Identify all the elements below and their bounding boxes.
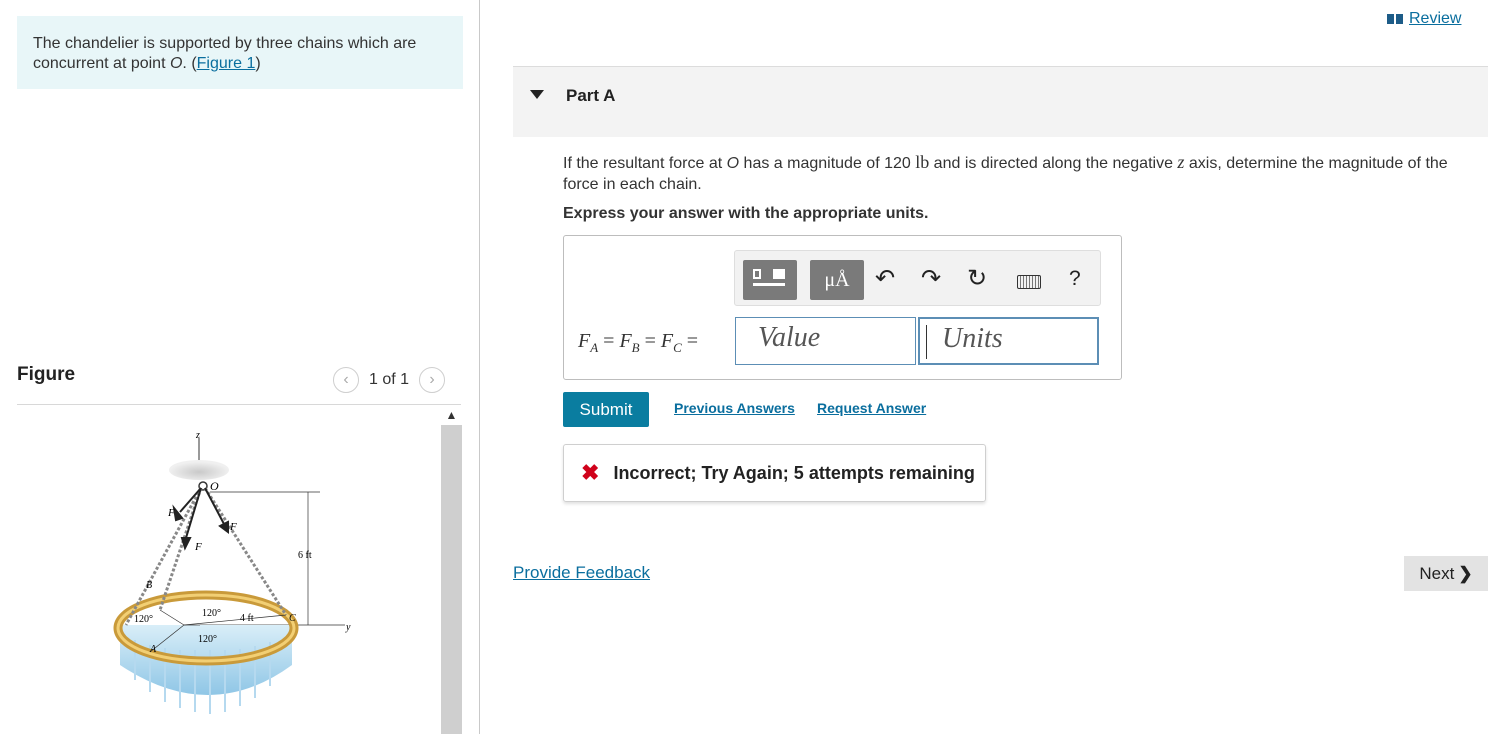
label-C: C bbox=[289, 613, 296, 624]
label-FC: F bbox=[229, 521, 237, 533]
question-unit: lb bbox=[915, 152, 930, 172]
chevron-up-icon: ▲ bbox=[445, 408, 458, 422]
label-FA: F bbox=[194, 541, 202, 553]
figure-pager: ‹ 1 of 1 › bbox=[333, 366, 446, 394]
chevron-right-icon: › bbox=[429, 371, 435, 388]
chandelier-diagram: z O 6 ft y F F F B A C 4 ft 120° 120° 12… bbox=[113, 430, 351, 714]
height-label: 6 ft bbox=[298, 550, 312, 561]
help-icon[interactable]: ? bbox=[1069, 267, 1081, 291]
pane-divider[interactable] bbox=[479, 0, 480, 734]
reset-icon[interactable]: ↻ bbox=[967, 267, 987, 291]
previous-answers-link[interactable]: Previous Answers bbox=[674, 400, 795, 416]
scroll-up-button[interactable]: ▲ bbox=[441, 405, 462, 425]
math-toolbar: μÅ ↶ ↷ ↻ ? bbox=[734, 250, 1101, 306]
part-a-title: Part A bbox=[566, 86, 616, 105]
label-B: B bbox=[146, 580, 152, 591]
units-placeholder: Units bbox=[942, 323, 1003, 354]
question-seg: If the resultant force at bbox=[563, 155, 727, 172]
feedback-message: ✖ Incorrect; Try Again; 5 attempts remai… bbox=[563, 444, 986, 502]
question-text: If the resultant force at O has a magnit… bbox=[563, 152, 1483, 195]
submit-button[interactable]: Submit bbox=[563, 392, 649, 427]
templates-icon bbox=[753, 269, 761, 279]
problem-intro: The chandelier is supported by three cha… bbox=[17, 16, 463, 89]
undo-icon[interactable]: ↶ bbox=[875, 267, 895, 291]
radius-label: 4 ft bbox=[240, 613, 254, 624]
question-seg: has a magnitude of 120 bbox=[739, 155, 916, 172]
next-figure-button[interactable]: › bbox=[419, 367, 446, 393]
provide-feedback-link[interactable]: Provide Feedback bbox=[513, 563, 650, 583]
units-button[interactable]: μÅ bbox=[810, 260, 864, 300]
templates-button[interactable] bbox=[743, 260, 797, 300]
book-icon bbox=[1387, 14, 1403, 24]
redo-icon[interactable]: ↷ bbox=[921, 267, 941, 291]
figure-scrollbar[interactable] bbox=[441, 405, 462, 734]
angle-label-1: 120° bbox=[202, 608, 221, 619]
feedback-text: Incorrect; Try Again; 5 attempts remaini… bbox=[613, 462, 975, 483]
templates-icon-block bbox=[773, 269, 785, 279]
text-cursor bbox=[926, 325, 927, 359]
label-FB: F bbox=[167, 507, 175, 519]
figure-divider bbox=[17, 404, 461, 405]
figure-title: Figure bbox=[17, 364, 76, 385]
label-A: A bbox=[149, 644, 157, 655]
y-axis-label: y bbox=[345, 622, 351, 633]
next-label: Next bbox=[1419, 563, 1455, 583]
z-axis-label: z bbox=[195, 430, 200, 441]
keyboard-icon[interactable] bbox=[1017, 275, 1041, 289]
prev-figure-button[interactable]: ‹ bbox=[333, 367, 359, 393]
next-button[interactable]: Next ❯ bbox=[1404, 556, 1488, 591]
equation-label: FA = FB = FC = bbox=[578, 330, 699, 355]
review-label: Review bbox=[1409, 10, 1462, 27]
angle-label-2: 120° bbox=[134, 614, 153, 625]
intro-text-end: ) bbox=[255, 55, 261, 72]
units-input[interactable]: Units bbox=[918, 317, 1099, 365]
templates-icon-bar bbox=[753, 283, 785, 286]
intro-text-mid: . ( bbox=[182, 55, 197, 72]
chevron-right-icon: ❯ bbox=[1458, 563, 1473, 583]
review-link[interactable]: Review bbox=[1387, 10, 1461, 28]
answer-instruction: Express your answer with the appropriate… bbox=[563, 205, 929, 222]
figure-page-count: 1 of 1 bbox=[369, 371, 410, 388]
question-seg: and is directed along the negative bbox=[929, 155, 1178, 172]
part-a-header[interactable] bbox=[513, 67, 1488, 137]
error-x-icon: ✖ bbox=[581, 460, 600, 485]
figure-link[interactable]: Figure 1 bbox=[197, 55, 256, 72]
caret-down-icon[interactable] bbox=[530, 90, 544, 99]
value-input[interactable]: Value bbox=[735, 317, 916, 365]
intro-point: O bbox=[169, 55, 183, 72]
chevron-left-icon: ‹ bbox=[343, 371, 349, 388]
request-answer-link[interactable]: Request Answer bbox=[817, 400, 926, 416]
angle-label-3: 120° bbox=[198, 634, 217, 645]
label-O: O bbox=[210, 479, 219, 493]
question-point: O bbox=[726, 155, 740, 172]
